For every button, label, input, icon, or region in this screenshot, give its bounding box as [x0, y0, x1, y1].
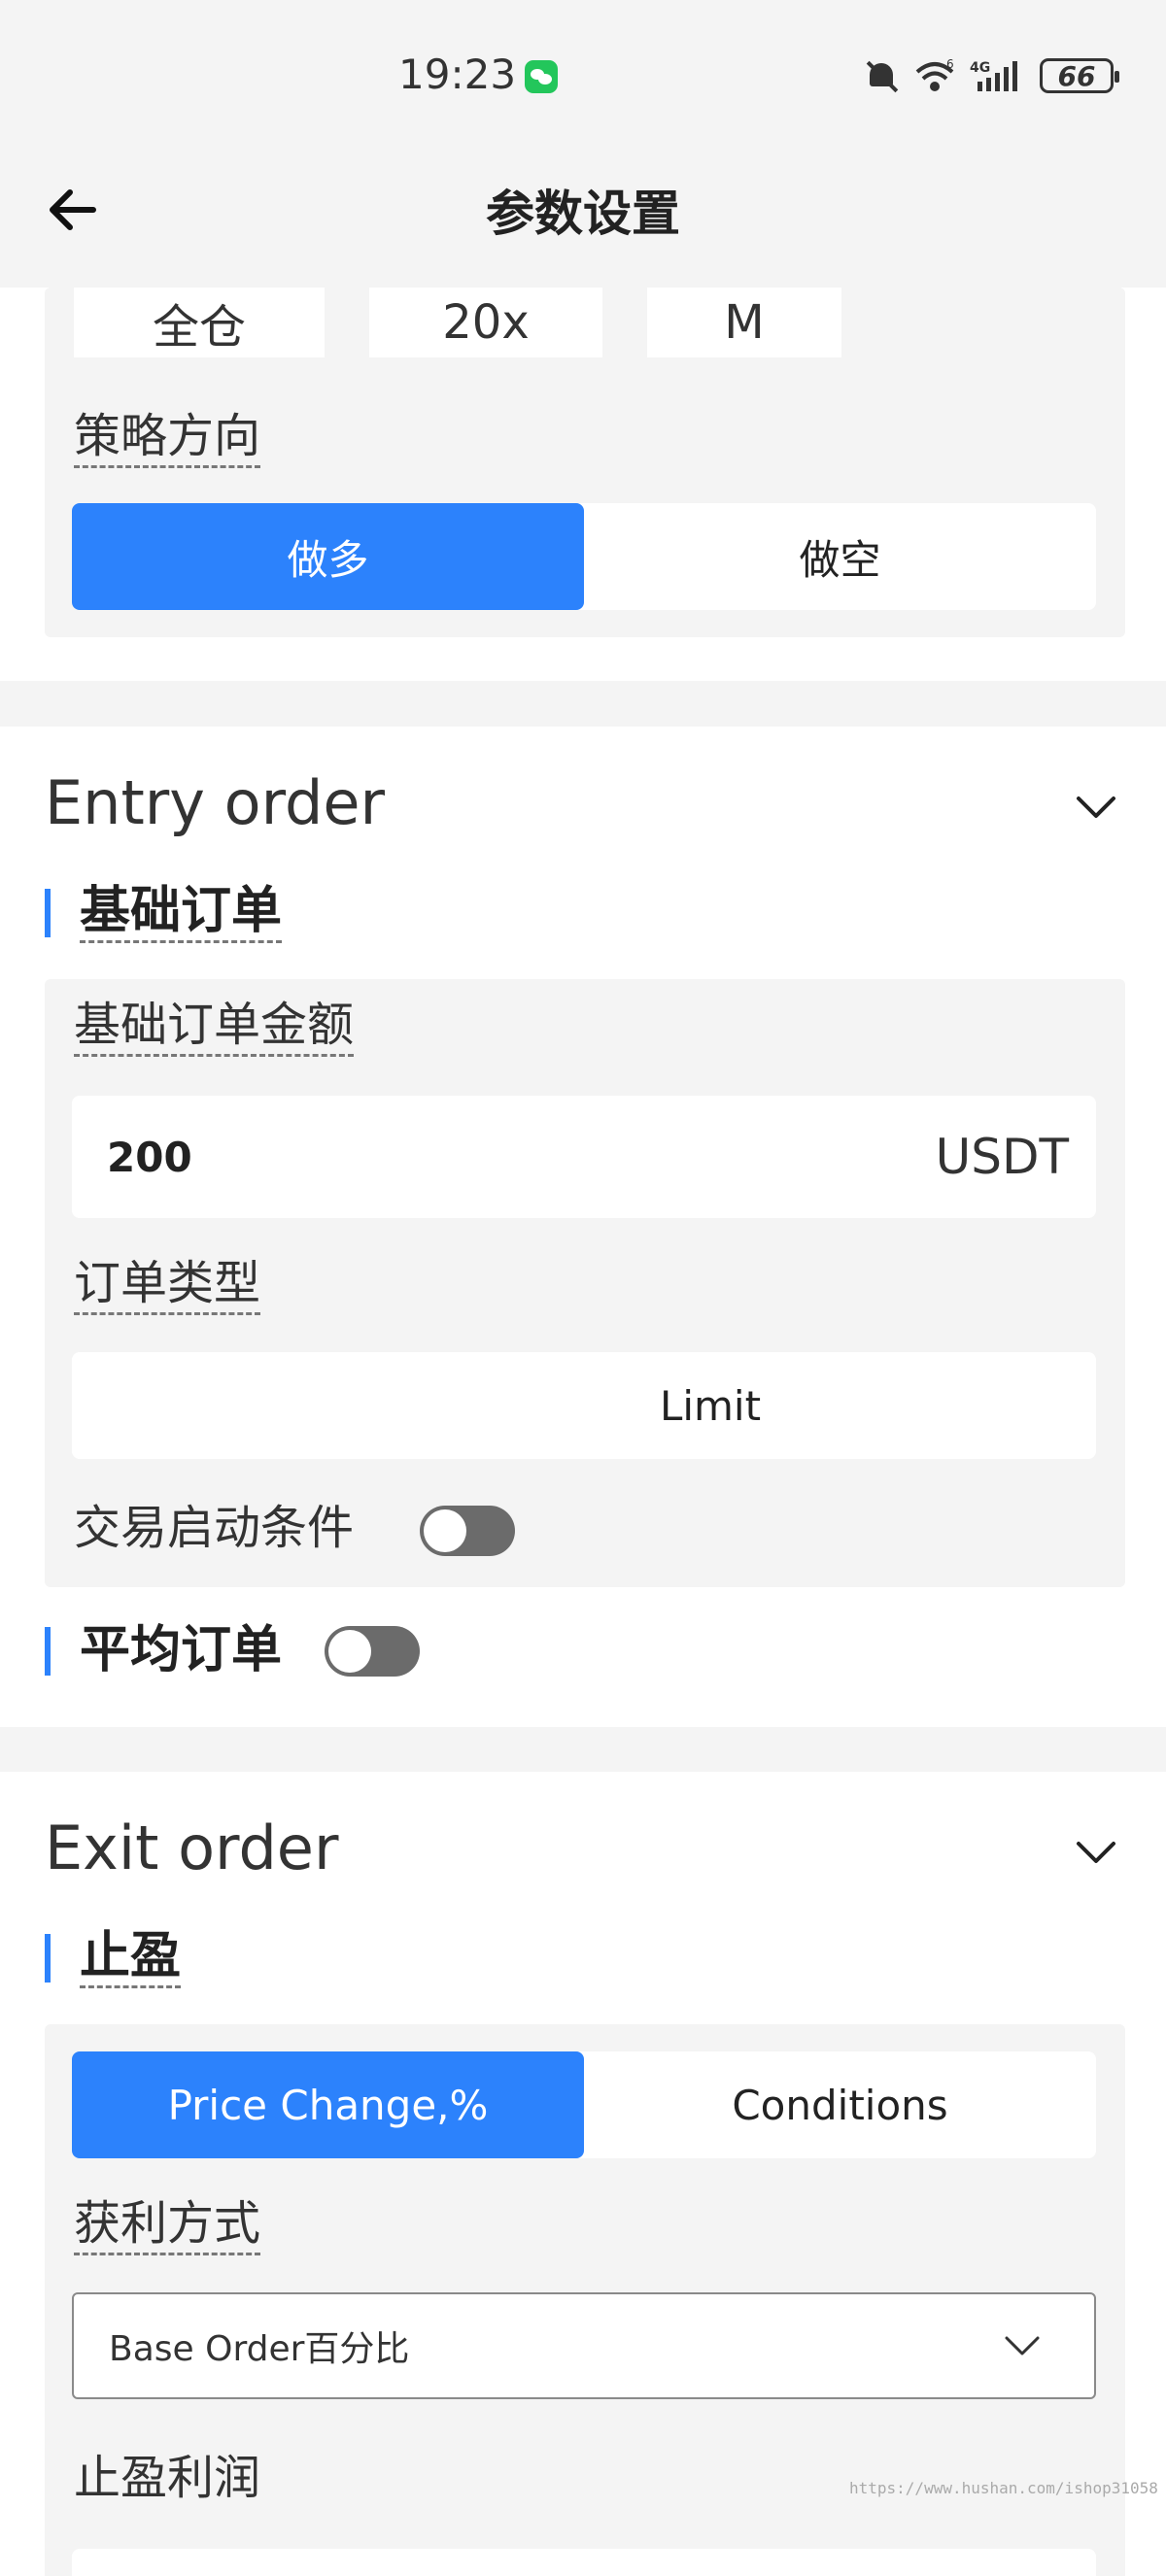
- section-marker: [45, 1934, 51, 1983]
- network-label: 4G: [970, 60, 990, 76]
- conditions-tab[interactable]: Conditions: [584, 2051, 1096, 2158]
- wechat-icon: [525, 60, 558, 93]
- status-time: 19:23: [398, 51, 517, 98]
- start-condition-toggle[interactable]: [420, 1506, 515, 1556]
- start-condition-label: 交易启动条件: [74, 1501, 355, 1555]
- base-order-panel: 基础订单金额 200 USDT 订单类型 Limit 交易启动条件: [45, 979, 1125, 1587]
- profit-method-dropdown[interactable]: Base Order百分比: [72, 2292, 1096, 2399]
- margin-mode-chip[interactable]: 全仓: [74, 288, 325, 357]
- section-marker: [45, 889, 51, 937]
- exit-order-title: Exit order: [45, 1813, 339, 1883]
- battery-level: 66: [1057, 59, 1096, 92]
- battery-icon: 66: [1040, 58, 1119, 93]
- watermark: https://www.hushan.com/ishop31058: [849, 2479, 1158, 2497]
- direction-label: 策略方向: [74, 409, 261, 469]
- direction-short-button[interactable]: 做空: [584, 503, 1096, 610]
- chevron-down-icon[interactable]: [1073, 1828, 1119, 1875]
- system-icons: 6 4G 66: [865, 54, 1119, 97]
- order-type-value: Limit: [659, 1381, 762, 1430]
- profit-label: 止盈利润: [74, 2451, 261, 2505]
- price-change-tab[interactable]: Price Change,%: [72, 2051, 584, 2158]
- profit-method-value: Base Order百分比: [109, 2329, 410, 2369]
- average-order-heading: 平均订单: [45, 1621, 283, 1680]
- order-type-select[interactable]: Limit: [72, 1352, 1096, 1459]
- leverage-chip[interactable]: 20x: [369, 288, 602, 357]
- amount-input[interactable]: 200 USDT: [72, 1096, 1096, 1218]
- amount-label: 基础订单金额: [74, 998, 355, 1058]
- profit-method-label: 获利方式: [74, 2196, 261, 2256]
- wifi-label: 6: [946, 58, 954, 71]
- direction-long-button[interactable]: 做多: [72, 503, 584, 610]
- order-type-label: 订单类型: [74, 1256, 261, 1316]
- strategy-card: 全仓 20x M 策略方向 做多 做空: [0, 288, 1166, 681]
- signal-icon: 4G: [970, 58, 1026, 93]
- wifi-icon: 6: [913, 58, 956, 93]
- status-bar: 19:23 6 4G 66: [0, 0, 1166, 155]
- take-profit-heading-text: 止盈: [80, 1927, 182, 1989]
- profit-input[interactable]: [72, 2549, 1096, 2576]
- base-order-heading-text: 基础订单: [80, 882, 283, 944]
- timeframe-chip[interactable]: M: [647, 288, 841, 357]
- chevron-down-icon: [1005, 2336, 1040, 2356]
- exit-order-card: Exit order 止盈 Price Change,% Conditions …: [0, 1772, 1166, 2576]
- average-order-toggle[interactable]: [325, 1626, 420, 1677]
- bell-muted-icon: [865, 58, 900, 93]
- amount-unit: USDT: [935, 1129, 1069, 1185]
- average-order-heading-text: 平均订单: [80, 1621, 283, 1680]
- page-title: 参数设置: [486, 186, 680, 242]
- take-profit-heading: 止盈: [45, 1927, 182, 1989]
- entry-order-card: Entry order 基础订单 基础订单金额 200 USDT 订单类型 Li…: [0, 727, 1166, 1727]
- strategy-panel: 全仓 20x M 策略方向 做多 做空: [45, 288, 1125, 637]
- entry-order-title: Entry order: [45, 767, 385, 838]
- base-order-heading: 基础订单: [45, 882, 283, 944]
- section-marker: [45, 1627, 51, 1676]
- chevron-down-icon[interactable]: [1073, 783, 1119, 830]
- direction-toggle: 做多 做空: [72, 503, 1096, 610]
- take-profit-mode-toggle: Price Change,% Conditions: [72, 2051, 1096, 2158]
- amount-value: 200: [107, 1133, 192, 1181]
